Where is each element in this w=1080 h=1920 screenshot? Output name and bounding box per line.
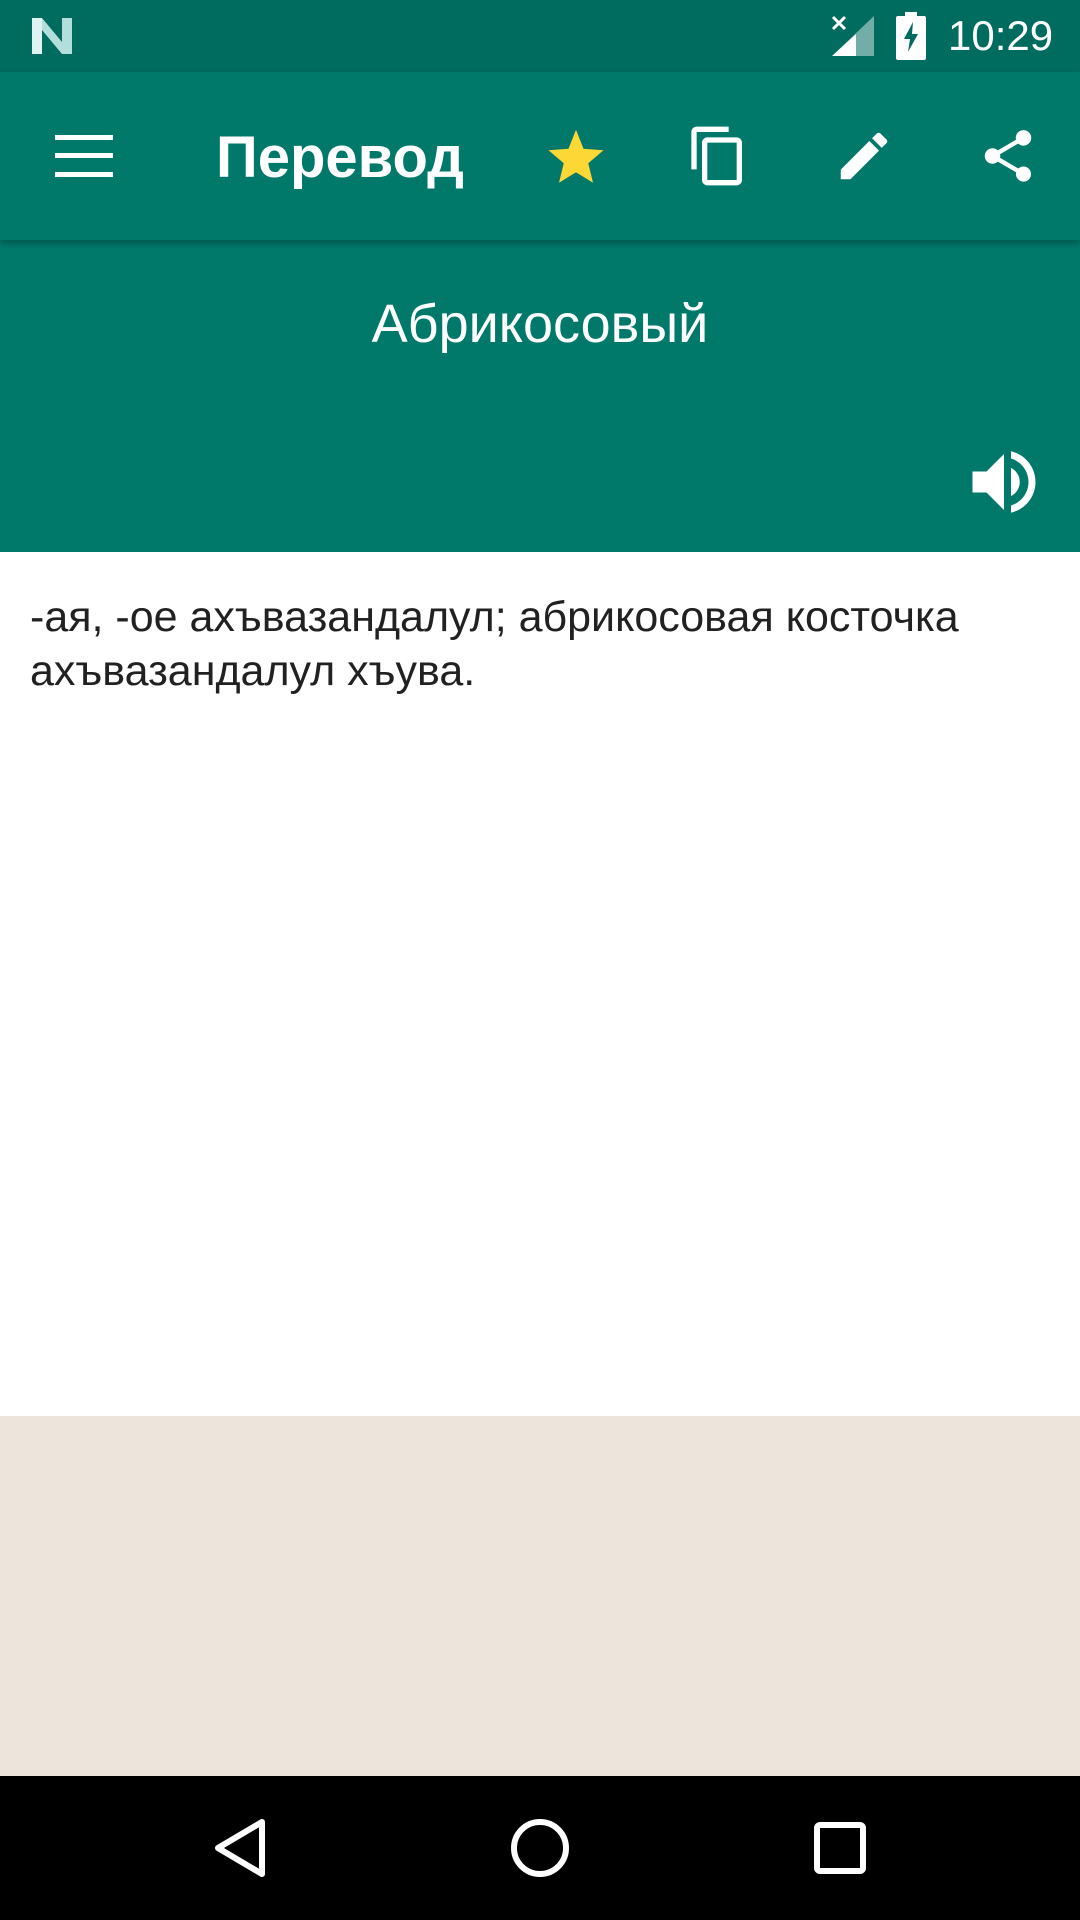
share-icon[interactable]: [966, 114, 1050, 198]
status-time: 10:29: [948, 12, 1054, 59]
speaker-icon[interactable]: [962, 440, 1046, 524]
copy-icon[interactable]: [676, 114, 760, 198]
page-title: Перевод: [216, 125, 465, 190]
status-bar: 10:29: [0, 0, 1080, 72]
notification-n-icon: [32, 18, 72, 54]
translation-text: -ая, -ое ахъвазандалул; абрикосовая кост…: [30, 593, 959, 695]
recents-icon[interactable]: [798, 1806, 882, 1890]
menu-icon[interactable]: [42, 114, 126, 198]
back-icon[interactable]: [198, 1806, 282, 1890]
navigation-bar: [0, 1776, 1080, 1920]
toolbar: Перевод: [0, 72, 1080, 240]
home-icon[interactable]: [498, 1806, 582, 1890]
translation-content: -ая, -ое ахъвазандалул; абрикосовая кост…: [0, 552, 1080, 1416]
battery-charging-icon: [896, 12, 926, 60]
word-header: Абрикосовый: [0, 240, 1080, 552]
ad-area: [0, 1416, 1080, 1776]
signal-icon: [831, 15, 874, 56]
edit-icon[interactable]: [822, 114, 906, 198]
headword: Абрикосовый: [371, 294, 709, 354]
star-icon[interactable]: [534, 114, 618, 198]
